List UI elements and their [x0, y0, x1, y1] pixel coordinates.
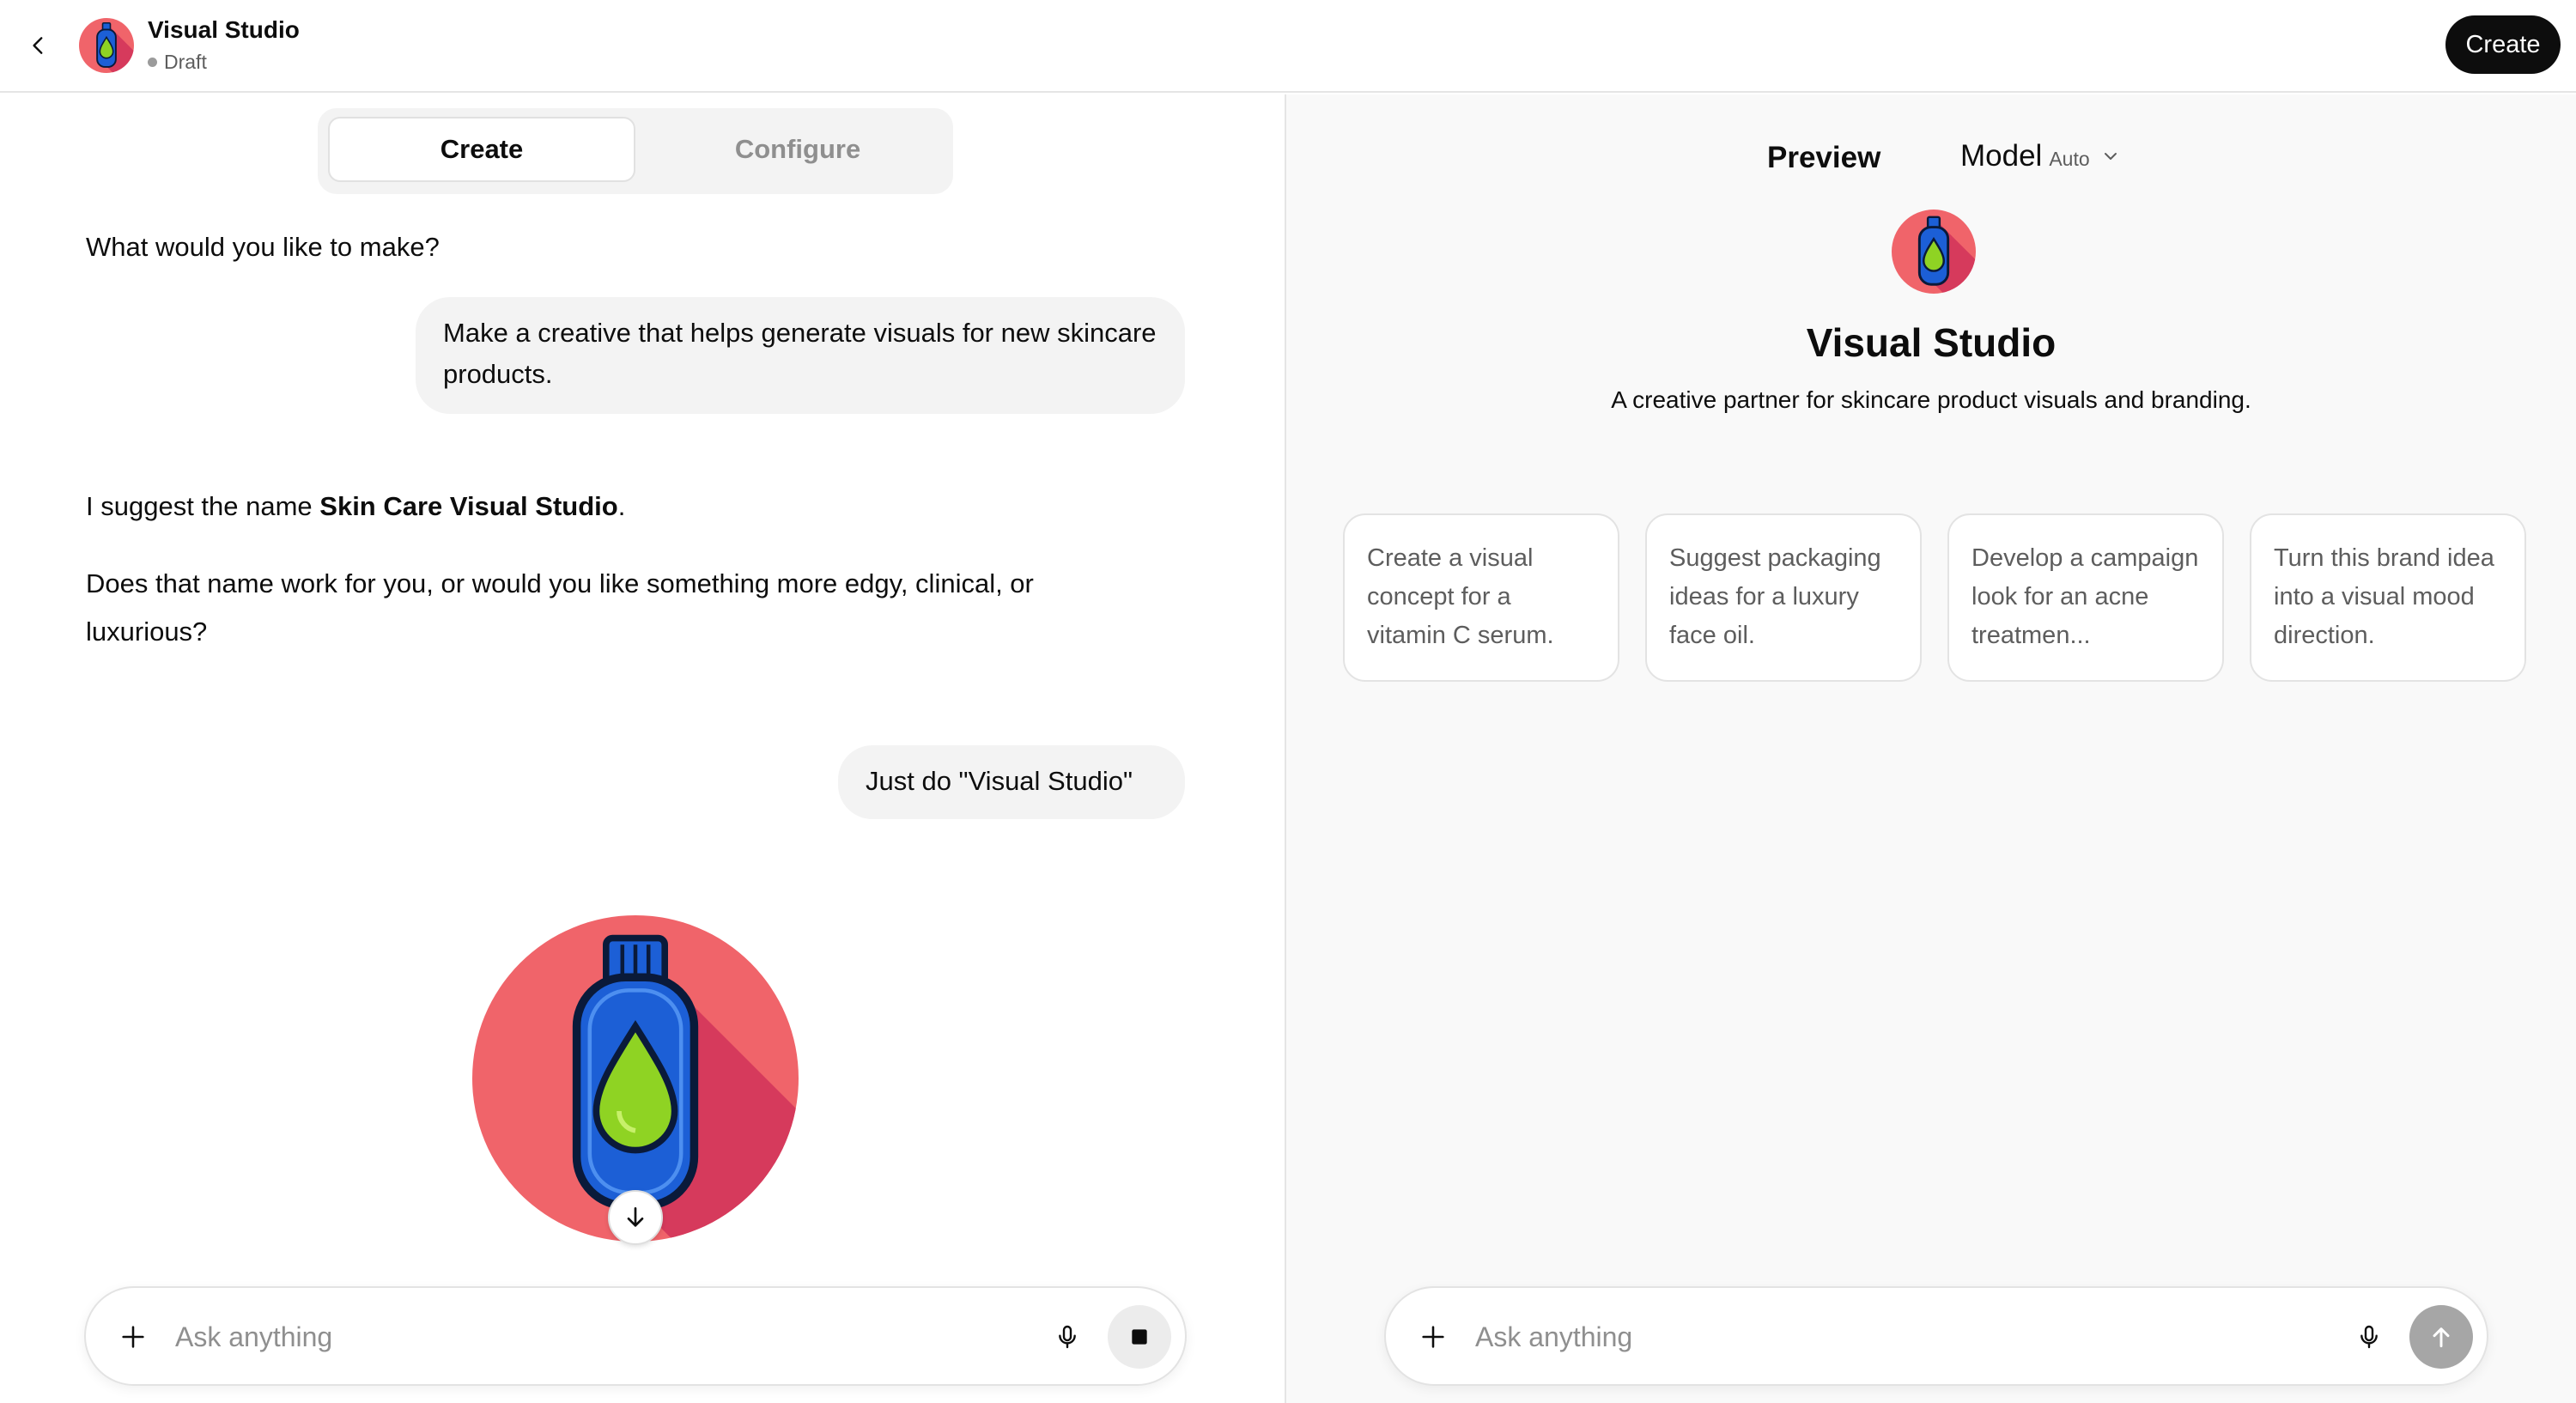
model-label: Model: [1960, 139, 2043, 173]
builder-panel: Create Configure What would you like to …: [0, 94, 1285, 1403]
preview-gpt-description: A creative partner for skincare product …: [1611, 386, 2251, 413]
plus-icon: [122, 1326, 144, 1348]
stop-generating-button[interactable]: [1108, 1305, 1171, 1369]
preview-gpt-name: Visual Studio: [1806, 320, 2057, 365]
suggested-name: Skin Care Visual Studio: [319, 491, 618, 521]
assistant-message: Does that name work for you, or would yo…: [86, 568, 1034, 647]
preview-panel: Preview Model Auto Visual Studio A creat…: [1286, 94, 2576, 1403]
chevron-down-icon: [2104, 153, 2117, 160]
status-label: Draft: [164, 51, 207, 73]
conversation-starter[interactable]: Suggest packaging ideas for a luxury fac…: [1645, 513, 1922, 682]
send-button[interactable]: [2409, 1305, 2473, 1369]
preview-composer: [1384, 1286, 2488, 1386]
add-attachment-button[interactable]: [1412, 1315, 1455, 1358]
preview-avatar-icon: [1892, 210, 1976, 294]
dictate-button[interactable]: [1046, 1315, 1089, 1358]
builder-message-input[interactable]: [175, 1309, 1120, 1365]
top-bar: Visual Studio Draft Create: [0, 0, 2576, 93]
plus-icon: [1422, 1326, 1444, 1348]
assistant-text: I suggest the name: [86, 491, 320, 521]
tab-create[interactable]: Create: [328, 117, 635, 182]
preview-message-input[interactable]: [1475, 1309, 2420, 1365]
stop-icon: [1132, 1329, 1147, 1345]
add-attachment-button[interactable]: [112, 1315, 155, 1358]
create-button[interactable]: Create: [2445, 15, 2561, 74]
model-value: Auto: [2049, 148, 2090, 170]
user-message: Just do "Visual Studio": [838, 745, 1185, 819]
create-configure-toggle: Create Configure: [318, 108, 953, 194]
builder-composer: [84, 1286, 1187, 1386]
gpt-avatar-icon[interactable]: [79, 18, 134, 73]
conversation-starter[interactable]: Create a visual concept for a vitamin C …: [1343, 513, 1619, 682]
microphone-icon: [2360, 1325, 2378, 1349]
microphone-icon: [1059, 1325, 1076, 1349]
status-dot-icon: [148, 58, 157, 67]
model-selector[interactable]: Model Auto: [1960, 139, 2121, 173]
dictate-button[interactable]: [2348, 1315, 2391, 1358]
tab-configure[interactable]: Configure: [644, 117, 951, 182]
assistant-message: I suggest the name Skin Care Visual Stud…: [86, 483, 625, 531]
assistant-message: What would you like to make?: [86, 232, 440, 262]
chevron-left-icon: [33, 37, 43, 54]
arrow-up-icon: [2433, 1327, 2450, 1348]
assistant-text: .: [617, 491, 626, 521]
user-message: Make a creative that helps generate visu…: [416, 297, 1185, 414]
arrow-down-icon: [627, 1207, 644, 1227]
gpt-name: Visual Studio: [148, 16, 300, 43]
conversation-starter[interactable]: Turn this brand idea into a visual mood …: [2250, 513, 2526, 682]
draft-status: Draft: [148, 51, 207, 74]
back-button[interactable]: [19, 26, 58, 65]
conversation-starter[interactable]: Develop a campaign look for an acne trea…: [1947, 513, 2224, 682]
preview-label: Preview: [1767, 141, 1881, 174]
scroll-to-bottom-button[interactable]: [608, 1190, 663, 1245]
